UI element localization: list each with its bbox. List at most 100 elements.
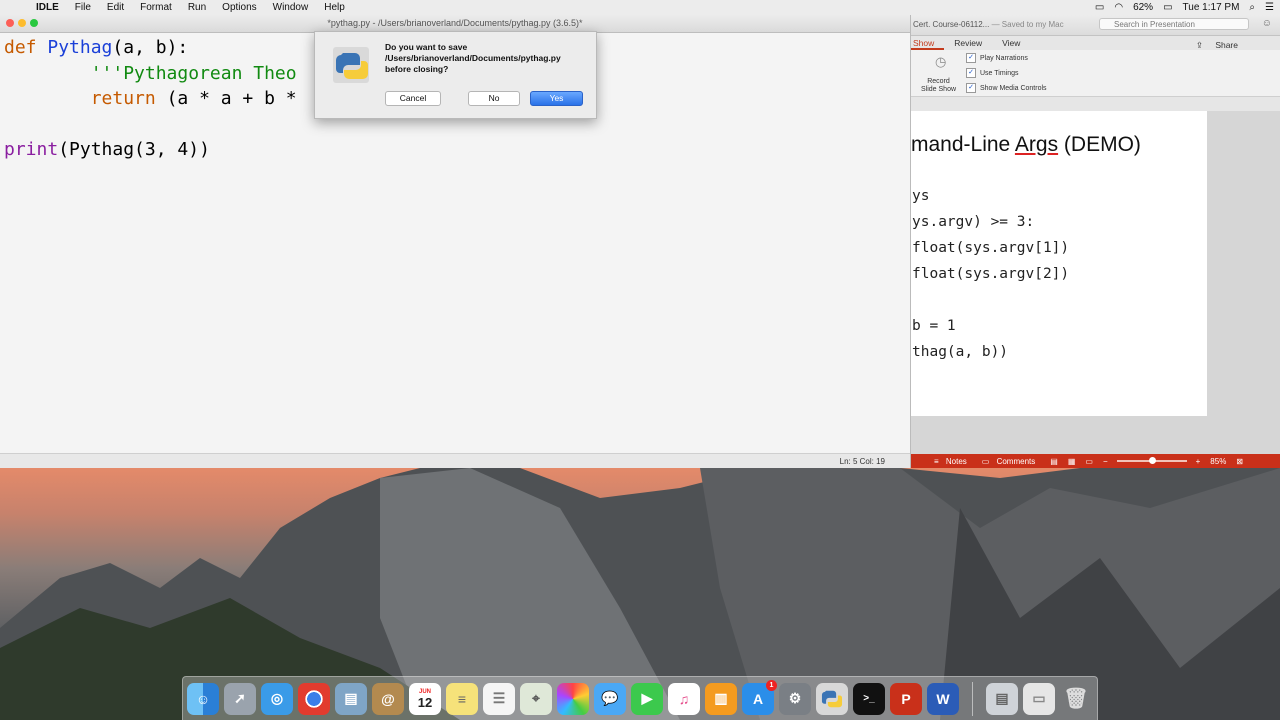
- menu-app-name[interactable]: IDLE: [28, 2, 67, 13]
- menu-bar: IDLE File Edit Format Run Options Window…: [0, 0, 1280, 16]
- idle-status-bar: Ln: 5 Col: 19: [0, 453, 910, 468]
- feedback-smiley-icon[interactable]: ☺: [1262, 18, 1272, 29]
- ribbon-tabs: Show Review View ⇪ Share: [911, 36, 1280, 50]
- powerpoint-window: Cert. Course-06112... — Saved to my Mac …: [911, 15, 1280, 468]
- code-text: (Pythag(3, 4)): [58, 139, 210, 160]
- reading-view-icon[interactable]: ▭: [1080, 457, 1098, 466]
- slide-title: mand-Line Args (DEMO): [911, 133, 1141, 157]
- notification-center-icon[interactable]: ☰: [1265, 2, 1274, 13]
- preview-icon[interactable]: ▤: [335, 682, 367, 715]
- launchpad-icon[interactable]: ➚: [224, 682, 256, 715]
- dock-separator: [972, 681, 973, 716]
- notes-label: Notes: [945, 456, 967, 466]
- messages-icon[interactable]: 💬: [594, 682, 626, 715]
- documents-stack-icon[interactable]: ▤: [986, 682, 1018, 715]
- checkmark-icon: ✓: [966, 53, 976, 63]
- tab-slide-show[interactable]: Show: [911, 36, 945, 50]
- battery-percent[interactable]: 62%: [1133, 2, 1153, 13]
- menu-window[interactable]: Window: [265, 2, 317, 13]
- menu-edit[interactable]: Edit: [99, 2, 132, 13]
- slide-editor-area: mand-Line Args (DEMO) ys ys.argv) >= 3: …: [911, 111, 1280, 454]
- no-button[interactable]: No: [468, 91, 520, 106]
- ribbon: ◷ Record Slide Show ✓ Play Narrations ✓ Us…: [911, 50, 1280, 97]
- menu-run[interactable]: Run: [180, 2, 214, 13]
- fit-to-window-icon[interactable]: ⊠: [1231, 457, 1248, 466]
- ppt-title-bar[interactable]: Cert. Course-06112... — Saved to my Mac …: [911, 15, 1280, 36]
- dialog-message: Do you want to save /Users/brianoverland…: [385, 42, 561, 74]
- downloads-stack-icon[interactable]: ▭: [1023, 682, 1055, 715]
- terminal-icon[interactable]: >_: [853, 682, 885, 715]
- slide-code-line: thag(a, b)): [912, 344, 1009, 360]
- option-label: Show Media Controls: [980, 84, 1047, 92]
- document-title: Cert. Course-06112... — Saved to my Mac: [913, 20, 1064, 29]
- option-label: Use Timings: [980, 69, 1019, 77]
- zoom-in-icon[interactable]: +: [1191, 457, 1206, 466]
- code-keyword: def: [4, 37, 37, 58]
- ppt-status-bar: ≡ Notes ▭ Comments ▤ ▦ ▭ − + 85% ⊠: [911, 454, 1280, 468]
- window-title: *pythag.py - /Users/brianoverland/Docume…: [327, 18, 583, 28]
- airplay-icon[interactable]: ▭: [1095, 2, 1104, 13]
- save-dialog: Do you want to save /Users/brianoverland…: [314, 31, 597, 119]
- code-docstring: '''Pythagorean Theo: [90, 62, 297, 84]
- cursor-position: Ln: 5 Col: 19: [839, 457, 885, 466]
- wifi-icon[interactable]: ◠: [1114, 2, 1123, 13]
- zoom-slider-thumb[interactable]: [1149, 457, 1157, 464]
- comments-button[interactable]: ▭ Comments: [977, 457, 1045, 466]
- checkmark-icon: ✓: [966, 68, 976, 78]
- slide-title-part: (DEMO): [1058, 133, 1141, 156]
- app-store-icon[interactable]: A1: [742, 679, 777, 715]
- zoom-out-icon[interactable]: −: [1098, 457, 1113, 466]
- contacts-icon[interactable]: @: [372, 682, 404, 715]
- slide-code-line: ys: [912, 188, 930, 204]
- maps-icon[interactable]: ⌖: [520, 682, 552, 715]
- code-keyword: return: [90, 88, 156, 109]
- slide-canvas[interactable]: mand-Line Args (DEMO) ys ys.argv) >= 3: …: [911, 111, 1207, 416]
- word-icon[interactable]: W: [927, 682, 959, 715]
- tab-view[interactable]: View: [992, 36, 1030, 50]
- menu-file[interactable]: File: [67, 2, 99, 13]
- spotlight-icon[interactable]: ⌕: [1249, 2, 1255, 13]
- cancel-button[interactable]: Cancel: [385, 91, 441, 106]
- zoom-level[interactable]: 85%: [1205, 457, 1231, 466]
- comments-label: Comments: [996, 456, 1036, 466]
- trash-icon[interactable]: 🗑: [1060, 683, 1092, 715]
- chrome-icon[interactable]: [298, 682, 330, 715]
- tab-review[interactable]: Review: [944, 36, 992, 50]
- safari-icon[interactable]: ◎: [261, 682, 293, 715]
- finder-icon[interactable]: ☺: [187, 682, 219, 715]
- normal-view-icon[interactable]: ▤: [1045, 457, 1063, 466]
- search-input[interactable]: Search in Presentation: [1099, 18, 1249, 30]
- menu-help[interactable]: Help: [316, 2, 353, 13]
- notes-icon[interactable]: ≡: [446, 682, 478, 715]
- clock[interactable]: Tue 1:17 PM: [1183, 2, 1240, 13]
- photos-icon[interactable]: [557, 682, 589, 715]
- record-label-2: Slide Show: [921, 86, 957, 93]
- ibooks-icon[interactable]: ▥: [705, 682, 737, 715]
- reminders-icon[interactable]: ☰: [483, 682, 515, 715]
- zoom-slider[interactable]: [1116, 457, 1187, 464]
- doc-name: Cert. Course-06112...: [913, 20, 990, 29]
- facetime-icon[interactable]: ▶: [631, 682, 663, 715]
- app-store-badge: 1: [766, 679, 777, 691]
- code-builtin: print: [4, 139, 59, 160]
- slide-sorter-icon[interactable]: ▦: [1063, 457, 1081, 466]
- system-preferences-icon[interactable]: ⚙: [779, 682, 811, 715]
- code-editor[interactable]: def Pythag(a, b): '''Pythagorean Theo re…: [4, 35, 297, 163]
- calendar-icon[interactable]: JUN 12: [409, 682, 441, 715]
- record-slide-show-button[interactable]: Record Slide Show: [921, 78, 956, 94]
- show-media-controls-checkbox[interactable]: ✓ Show Media Controls: [966, 83, 1047, 93]
- itunes-icon[interactable]: ♫: [668, 682, 700, 715]
- battery-icon[interactable]: ▭: [1163, 2, 1172, 13]
- code-function-name: Pythag: [47, 37, 113, 58]
- play-narrations-checkbox[interactable]: ✓ Play Narrations: [966, 53, 1028, 63]
- powerpoint-icon[interactable]: P: [890, 682, 922, 715]
- use-timings-checkbox[interactable]: ✓ Use Timings: [966, 68, 1019, 78]
- python-idle-icon[interactable]: [816, 682, 848, 715]
- notes-button[interactable]: ≡ Notes: [929, 457, 977, 466]
- menu-format[interactable]: Format: [132, 2, 180, 13]
- record-slide-show-icon[interactable]: ◷: [935, 54, 946, 70]
- yes-button[interactable]: Yes: [530, 91, 583, 106]
- menu-options[interactable]: Options: [214, 2, 264, 13]
- slide-title-misspelled: Args: [1014, 133, 1059, 156]
- code-text: (a * a + b *: [155, 88, 297, 109]
